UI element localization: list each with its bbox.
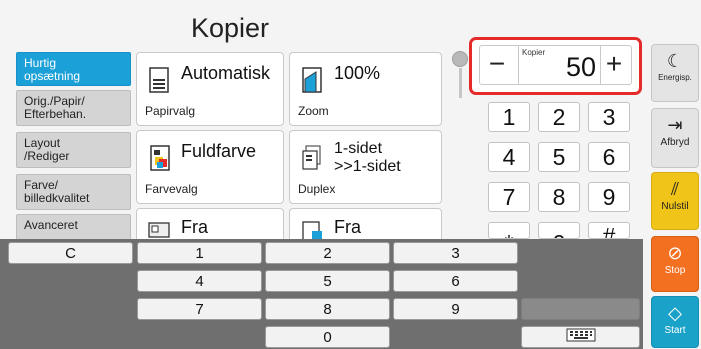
keypad-hash[interactable]: # xyxy=(588,222,630,239)
copies-field[interactable]: Kopier 50 xyxy=(518,46,601,84)
moon-icon: ☾ xyxy=(666,51,684,71)
decrement-button[interactable]: − xyxy=(482,46,512,84)
duplex-label: Duplex xyxy=(298,182,336,196)
start-button[interactable]: ◇ Start xyxy=(651,296,699,348)
blank-key xyxy=(521,298,640,320)
zoom-icon xyxy=(300,65,324,100)
soft-key-4[interactable]: 4 xyxy=(137,270,262,292)
soft-key-7[interactable]: 7 xyxy=(137,298,262,320)
keyboard-button[interactable] xyxy=(521,326,640,348)
duplex-tile[interactable]: 1-sidet >>1-sidet Duplex xyxy=(289,130,442,204)
soft-key-9[interactable]: 9 xyxy=(393,298,518,320)
keypad-8[interactable]: 8 xyxy=(538,182,580,212)
soft-key-1[interactable]: 1 xyxy=(137,242,262,264)
copies-caption: Kopier xyxy=(522,48,546,57)
clear-key[interactable]: C xyxy=(8,242,133,264)
soft-key-5[interactable]: 5 xyxy=(265,270,390,292)
keypad-2[interactable]: 2 xyxy=(538,102,580,132)
scroll-track xyxy=(459,68,462,98)
soft-key-3[interactable]: 3 xyxy=(393,242,518,264)
copies-highlight: − Kopier 50 + xyxy=(469,37,642,95)
duplex-value: 1-sidet >>1-sidet xyxy=(334,140,401,175)
paper-label: Papirvalg xyxy=(145,104,196,118)
from-value-2: Fra xyxy=(334,217,361,237)
screen-title: Kopier xyxy=(190,13,270,43)
color-selection-tile[interactable]: Fuldfarve Farvevalg xyxy=(136,130,284,204)
tab-quick-setup[interactable]: Hurtig opsætning xyxy=(16,52,131,86)
copies-control: − Kopier 50 + xyxy=(479,45,632,85)
soft-key-2[interactable]: 2 xyxy=(265,242,390,264)
color-value: Fuldfarve xyxy=(181,141,257,161)
keypad-5[interactable]: 5 xyxy=(538,142,580,172)
reset-icon: ⫽ xyxy=(670,179,680,199)
keypad-1[interactable]: 1 xyxy=(488,102,530,132)
tab-advanced[interactable]: Avanceret xyxy=(16,214,131,240)
copies-value: 50 xyxy=(565,52,596,82)
keyboard-icon xyxy=(566,328,596,346)
paper-icon xyxy=(147,65,171,100)
duplex-icon xyxy=(300,143,326,178)
reset-button[interactable]: ⫽ Nulstil xyxy=(651,172,699,230)
soft-key-8[interactable]: 8 xyxy=(265,298,390,320)
from-value-1: Fra xyxy=(181,217,208,237)
copy-screen: Kopier Hurtig opsætning Orig./Papir/ Eft… xyxy=(0,0,701,349)
interrupt-label: Afbryd xyxy=(660,137,690,148)
reset-label: Nulstil xyxy=(661,201,689,212)
stop-button[interactable]: ⊘ Stop xyxy=(651,236,699,292)
zoom-label: Zoom xyxy=(298,104,329,118)
interrupt-icon: ⇥ xyxy=(667,115,683,135)
tab-label: Farve/ billedkvalitet xyxy=(24,178,90,205)
keypad-4[interactable]: 4 xyxy=(488,142,530,172)
interrupt-button[interactable]: ⇥ Afbryd xyxy=(651,108,699,168)
color-label: Farvevalg xyxy=(145,182,198,196)
energy-saver-label: Energisp. xyxy=(658,73,692,82)
soft-numeric-keypad: C 1 2 3 4 5 6 7 8 9 0 xyxy=(0,239,643,349)
keypad-9[interactable]: 9 xyxy=(588,182,630,212)
stop-icon: ⊘ xyxy=(667,243,683,263)
keypad-7[interactable]: 7 xyxy=(488,182,530,212)
start-label: Start xyxy=(664,325,686,336)
soft-key-6[interactable]: 6 xyxy=(393,270,518,292)
keypad-0[interactable]: 0 xyxy=(538,222,580,239)
zoom-tile[interactable]: 100% Zoom xyxy=(289,52,442,126)
paper-value: Automatisk xyxy=(181,63,271,83)
tab-layout-edit[interactable]: Layout /Rediger xyxy=(16,132,131,168)
keypad-3[interactable]: 3 xyxy=(588,102,630,132)
tab-color-image-quality[interactable]: Farve/ billedkvalitet xyxy=(16,174,131,210)
tab-label: Avanceret xyxy=(24,218,78,232)
paper-selection-tile[interactable]: Automatisk Papirvalg xyxy=(136,52,284,126)
stop-label: Stop xyxy=(664,265,686,276)
start-icon: ◇ xyxy=(668,303,682,323)
tab-original-paper-finishing[interactable]: Orig./Papir/ Efterbehan. xyxy=(16,90,131,126)
tab-label: Hurtig opsætning xyxy=(24,56,81,83)
zoom-value: 100% xyxy=(334,63,381,83)
energy-saver-button[interactable]: ☾ Energisp. xyxy=(651,44,699,102)
color-icon xyxy=(147,143,173,178)
keypad-6[interactable]: 6 xyxy=(588,142,630,172)
tab-label: Orig./Papir/ Efterbehan. xyxy=(24,94,87,121)
scroll-handle[interactable] xyxy=(452,51,468,67)
keypad-star[interactable]: * xyxy=(488,222,530,239)
soft-key-0[interactable]: 0 xyxy=(265,326,390,348)
tab-label: Layout /Rediger xyxy=(24,136,70,163)
increment-button[interactable]: + xyxy=(599,46,629,84)
